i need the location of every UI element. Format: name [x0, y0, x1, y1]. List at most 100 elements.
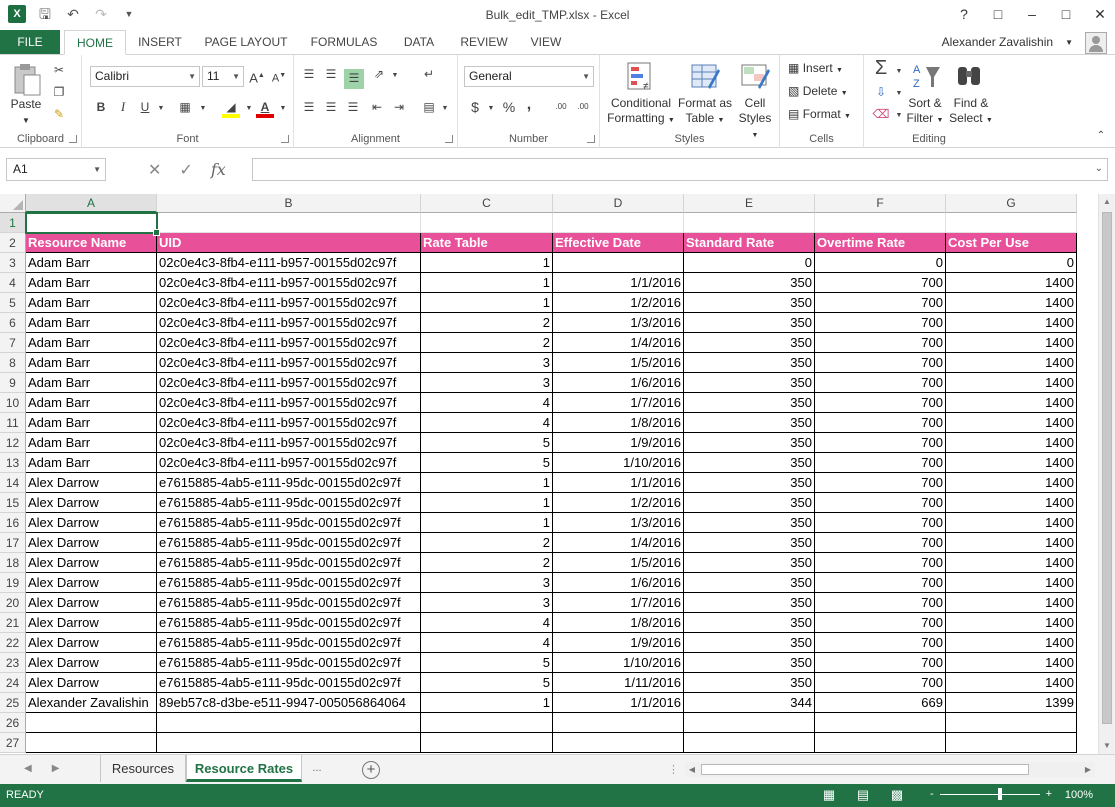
- expand-formula-icon[interactable]: ⌄: [1095, 163, 1103, 174]
- table-cell[interactable]: 700: [815, 413, 946, 433]
- table-cell[interactable]: 700: [815, 533, 946, 553]
- table-cell[interactable]: 1/4/2016: [553, 333, 684, 353]
- row-header-9[interactable]: 9: [0, 373, 26, 393]
- number-launcher-icon[interactable]: [587, 135, 595, 143]
- table-cell[interactable]: 700: [815, 613, 946, 633]
- table-cell[interactable]: 350: [684, 393, 815, 413]
- format-as-table-button[interactable]: Format as Table ▼: [674, 96, 736, 128]
- middle-align-icon[interactable]: ☰: [322, 65, 340, 83]
- table-cell[interactable]: 700: [815, 553, 946, 573]
- column-header-c[interactable]: C: [421, 194, 553, 213]
- table-cell[interactable]: 02c0e4c3-8fb4-e111-b957-00155d02c97f: [157, 353, 421, 373]
- table-cell[interactable]: 700: [815, 293, 946, 313]
- horizontal-scrollbar[interactable]: ◀ ▶: [685, 762, 1095, 777]
- table-cell[interactable]: Alex Darrow: [26, 613, 157, 633]
- table-cell[interactable]: e7615885-4ab5-e111-95dc-00155d02c97f: [157, 673, 421, 693]
- table-cell[interactable]: 1400: [946, 473, 1077, 493]
- table-cell[interactable]: 350: [684, 673, 815, 693]
- comma-button[interactable]: ,: [520, 96, 538, 114]
- table-cell[interactable]: 1/9/2016: [553, 433, 684, 453]
- scroll-down-icon[interactable]: ▼: [1099, 738, 1115, 754]
- split-handle-icon[interactable]: ⋮: [668, 763, 679, 776]
- row-header-25[interactable]: 25: [0, 693, 26, 713]
- table-cell[interactable]: 669: [815, 693, 946, 713]
- cell-empty[interactable]: [815, 713, 946, 733]
- cell-empty[interactable]: [553, 213, 684, 233]
- cell-empty[interactable]: [421, 713, 553, 733]
- table-cell[interactable]: 1400: [946, 513, 1077, 533]
- table-cell[interactable]: 1400: [946, 413, 1077, 433]
- table-cell[interactable]: Adam Barr: [26, 453, 157, 473]
- bold-button[interactable]: B: [92, 98, 110, 116]
- row-header-23[interactable]: 23: [0, 653, 26, 673]
- minimize-button[interactable]: –: [1023, 5, 1041, 23]
- table-cell[interactable]: 700: [815, 653, 946, 673]
- table-cell[interactable]: 02c0e4c3-8fb4-e111-b957-00155d02c97f: [157, 293, 421, 313]
- decrease-decimal-button[interactable]: .00: [572, 98, 594, 116]
- table-cell[interactable]: 350: [684, 633, 815, 653]
- close-button[interactable]: ✕: [1091, 5, 1109, 23]
- table-cell[interactable]: 700: [815, 433, 946, 453]
- insert-function-button[interactable]: fx: [211, 160, 226, 179]
- chevron-down-icon[interactable]: ▼: [386, 67, 404, 85]
- table-cell[interactable]: 700: [815, 333, 946, 353]
- table-cell[interactable]: 700: [815, 273, 946, 293]
- cell-empty[interactable]: [26, 713, 157, 733]
- table-cell[interactable]: Alex Darrow: [26, 593, 157, 613]
- table-cell[interactable]: Adam Barr: [26, 373, 157, 393]
- table-header-cell[interactable]: UID: [157, 233, 421, 253]
- table-cell[interactable]: 1400: [946, 353, 1077, 373]
- table-cell[interactable]: 1/5/2016: [553, 553, 684, 573]
- table-cell[interactable]: 1400: [946, 393, 1077, 413]
- cancel-icon[interactable]: ✕: [148, 160, 161, 180]
- row-header-15[interactable]: 15: [0, 493, 26, 513]
- format-painter-icon[interactable]: ✎: [50, 105, 68, 123]
- table-cell[interactable]: 350: [684, 533, 815, 553]
- page-break-view-icon[interactable]: ▩: [888, 787, 906, 803]
- conditional-formatting-button[interactable]: Conditional Formatting ▼: [604, 96, 678, 128]
- spreadsheet-grid[interactable]: A B C D E F G 1 2 Resource Name UID Rate Table Effec…: [0, 194, 1098, 754]
- table-cell[interactable]: Alex Darrow: [26, 653, 157, 673]
- table-cell[interactable]: Alex Darrow: [26, 573, 157, 593]
- align-center-icon[interactable]: ☰: [322, 98, 340, 116]
- table-cell[interactable]: Alex Darrow: [26, 513, 157, 533]
- top-align-icon[interactable]: ☰: [300, 65, 318, 83]
- table-cell[interactable]: 1: [421, 513, 553, 533]
- chevron-down-icon[interactable]: ▼: [194, 100, 212, 118]
- table-cell[interactable]: 1400: [946, 433, 1077, 453]
- sheet-tab-resource-rates[interactable]: Resource Rates: [186, 755, 302, 782]
- table-cell[interactable]: 700: [815, 573, 946, 593]
- clear-icon[interactable]: ⌫: [872, 105, 890, 123]
- row-header-27[interactable]: 27: [0, 733, 26, 753]
- increase-decimal-button[interactable]: .00: [550, 98, 572, 116]
- user-account[interactable]: Alexander Zavalishin ▼: [942, 30, 1107, 55]
- insert-cells-button[interactable]: ▦ Insert ▼: [788, 61, 862, 78]
- cell-empty[interactable]: [553, 713, 684, 733]
- name-box[interactable]: A1 ▼: [6, 158, 106, 181]
- table-cell[interactable]: 1/9/2016: [553, 633, 684, 653]
- table-cell[interactable]: 350: [684, 333, 815, 353]
- sort-filter-icon[interactable]: AZ: [912, 61, 942, 94]
- horizontal-scroll-thumb[interactable]: [701, 764, 1029, 775]
- sort-filter-button[interactable]: Sort & Filter ▼: [902, 96, 948, 128]
- chevron-down-icon[interactable]: ▼: [482, 100, 500, 118]
- row-header-3[interactable]: 3: [0, 253, 26, 273]
- cell-empty[interactable]: [946, 713, 1077, 733]
- table-cell[interactable]: 0: [946, 253, 1077, 273]
- table-cell[interactable]: Adam Barr: [26, 353, 157, 373]
- row-header-7[interactable]: 7: [0, 333, 26, 353]
- row-header-12[interactable]: 12: [0, 433, 26, 453]
- scroll-left-icon[interactable]: ◀: [685, 762, 699, 777]
- cell-empty[interactable]: [553, 733, 684, 753]
- tab-file[interactable]: FILE: [0, 30, 60, 55]
- table-cell[interactable]: e7615885-4ab5-e111-95dc-00155d02c97f: [157, 633, 421, 653]
- row-header-16[interactable]: 16: [0, 513, 26, 533]
- table-cell[interactable]: Adam Barr: [26, 293, 157, 313]
- row-header-10[interactable]: 10: [0, 393, 26, 413]
- table-cell[interactable]: 700: [815, 373, 946, 393]
- table-cell[interactable]: Adam Barr: [26, 273, 157, 293]
- column-header-d[interactable]: D: [553, 194, 684, 213]
- table-cell[interactable]: 1400: [946, 593, 1077, 613]
- table-cell[interactable]: 700: [815, 593, 946, 613]
- table-cell[interactable]: 350: [684, 553, 815, 573]
